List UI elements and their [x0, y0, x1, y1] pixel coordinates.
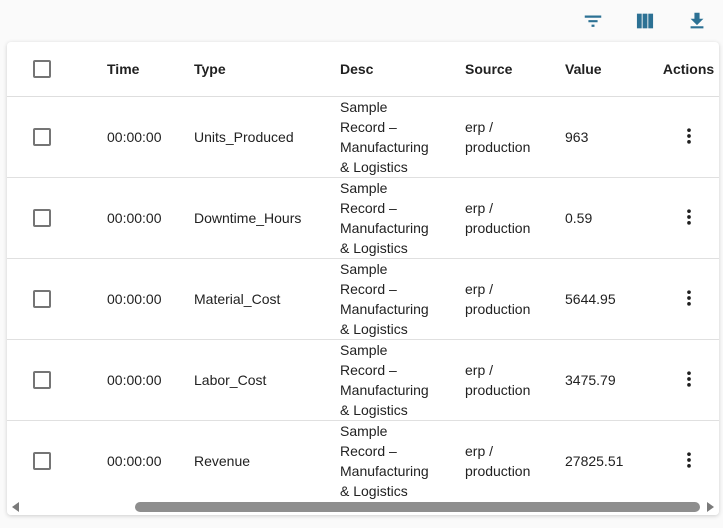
table-row: 00:00:00 Downtime_Hours Sample Record – …	[7, 178, 719, 259]
cell-desc: Sample Record – Manufacturing & Logistic…	[340, 342, 429, 418]
cell-time: 00:00:00	[107, 291, 162, 307]
kebab-menu-icon	[679, 369, 699, 392]
kebab-menu-icon	[679, 126, 699, 149]
row-checkbox[interactable]	[33, 209, 51, 227]
table-row: 00:00:00 Labor_Cost Sample Record – Manu…	[7, 340, 719, 421]
row-actions-button[interactable]	[677, 205, 701, 231]
select-all-checkbox[interactable]	[33, 60, 51, 78]
filter-button[interactable]	[580, 8, 606, 34]
row-checkbox[interactable]	[33, 290, 51, 308]
table-toolbar	[0, 0, 723, 42]
cell-time: 00:00:00	[107, 453, 162, 469]
cell-value: 0.59	[565, 210, 593, 226]
cell-time: 00:00:00	[107, 372, 162, 388]
column-header-time: Time	[107, 61, 140, 77]
horizontal-scrollbar	[7, 500, 719, 515]
cell-type: Downtime_Hours	[194, 210, 302, 226]
row-checkbox[interactable]	[33, 371, 51, 389]
download-button[interactable]	[684, 8, 710, 34]
cell-source: erp / production	[465, 119, 531, 155]
scroll-right-arrow[interactable]	[707, 502, 714, 512]
column-header-actions: Actions	[662, 61, 715, 77]
table-row: 00:00:00 Revenue Sample Record – Manufac…	[7, 421, 719, 502]
cell-value: 3475.79	[565, 372, 616, 388]
cell-value: 963	[565, 129, 589, 145]
cell-source: erp / production	[465, 200, 531, 236]
filter-icon	[582, 10, 604, 32]
cell-type: Labor_Cost	[194, 372, 267, 388]
cell-time: 00:00:00	[107, 129, 162, 145]
cell-desc: Sample Record – Manufacturing & Logistic…	[340, 99, 429, 175]
column-header-desc: Desc	[340, 61, 374, 77]
column-header-source: Source	[465, 61, 513, 77]
table-row: 00:00:00 Material_Cost Sample Record – M…	[7, 259, 719, 340]
cell-type: Material_Cost	[194, 291, 281, 307]
scroll-left-arrow[interactable]	[12, 502, 19, 512]
cell-value: 5644.95	[565, 291, 616, 307]
data-table-card: Time Type Desc Source Value Actions 00:0…	[7, 42, 719, 515]
column-header-value: Value	[565, 61, 602, 77]
columns-button[interactable]	[632, 8, 658, 34]
row-actions-button[interactable]	[677, 448, 701, 474]
row-actions-button[interactable]	[677, 124, 701, 150]
columns-icon	[634, 10, 656, 32]
column-header-type: Type	[194, 61, 226, 77]
row-checkbox[interactable]	[33, 452, 51, 470]
row-actions-button[interactable]	[677, 286, 701, 312]
table-row: 00:00:00 Units_Produced Sample Record – …	[7, 97, 719, 178]
cell-source: erp / production	[465, 362, 531, 398]
cell-desc: Sample Record – Manufacturing & Logistic…	[340, 261, 429, 337]
cell-type: Revenue	[194, 453, 251, 469]
cell-type: Units_Produced	[194, 129, 294, 145]
kebab-menu-icon	[679, 450, 699, 473]
kebab-menu-icon	[679, 288, 699, 311]
download-icon	[686, 10, 708, 32]
table-header-row: Time Type Desc Source Value Actions	[7, 42, 719, 97]
scrollbar-thumb[interactable]	[135, 502, 700, 512]
row-actions-button[interactable]	[677, 367, 701, 393]
cell-value: 27825.51	[565, 453, 624, 469]
cell-desc: Sample Record – Manufacturing & Logistic…	[340, 180, 429, 256]
cell-source: erp / production	[465, 443, 531, 479]
cell-desc: Sample Record – Manufacturing & Logistic…	[340, 423, 429, 499]
cell-time: 00:00:00	[107, 210, 162, 226]
row-checkbox[interactable]	[33, 128, 51, 146]
cell-source: erp / production	[465, 281, 531, 317]
kebab-menu-icon	[679, 207, 699, 230]
